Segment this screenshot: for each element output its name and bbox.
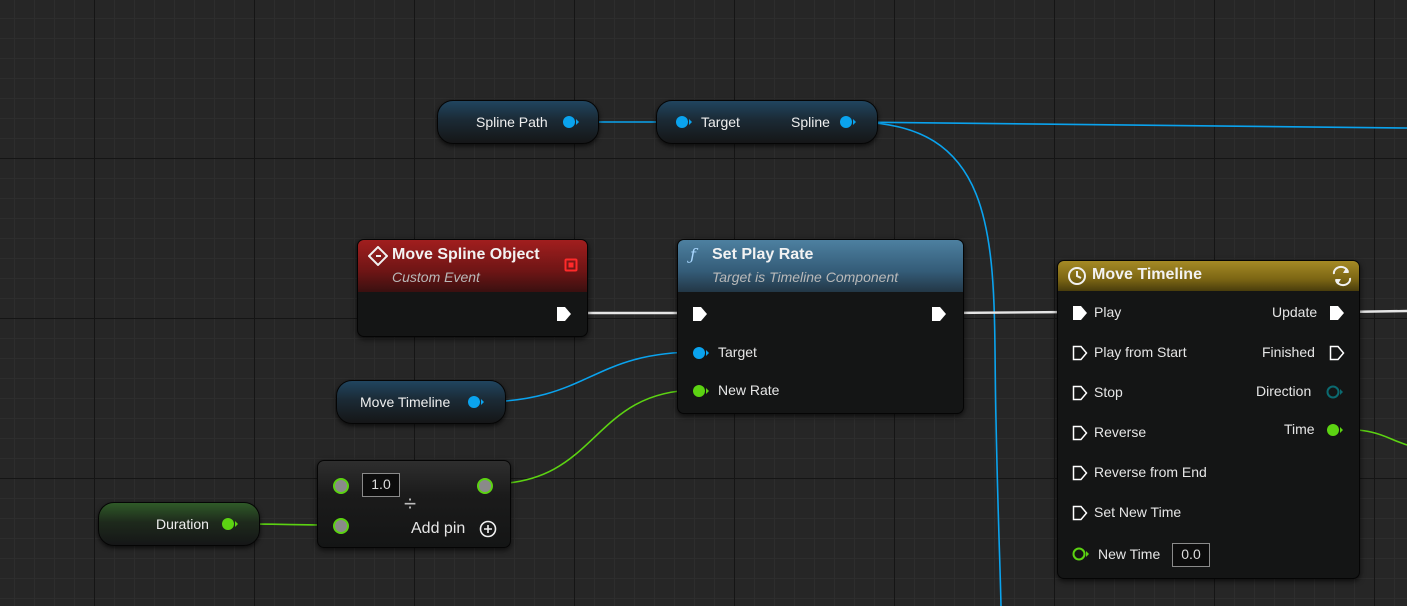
set-play-rate-exec-out-pin[interactable] bbox=[931, 306, 947, 322]
timeline-input-reverse: Reverse bbox=[1094, 424, 1147, 440]
spline-path-output-pin[interactable] bbox=[562, 115, 580, 129]
move-timeline-node[interactable]: Move Timeline Play Play from Start Stop … bbox=[1057, 260, 1360, 579]
wire-timeline-target bbox=[479, 351, 699, 403]
set-play-rate-exec-in-pin[interactable] bbox=[692, 306, 708, 322]
timeline-output-direction: Direction bbox=[1256, 383, 1312, 399]
custom-event-exec-out-pin[interactable] bbox=[556, 306, 572, 322]
set-play-rate-subtitle: Target is Timeline Component bbox=[712, 269, 899, 285]
timeline-set-new-time-pin[interactable] bbox=[1072, 505, 1088, 521]
timeline-stop-pin[interactable] bbox=[1072, 385, 1088, 401]
move-timeline-title: Move Timeline bbox=[1092, 266, 1202, 283]
diamond-event-icon bbox=[368, 246, 388, 266]
timeline-direction-pin[interactable] bbox=[1326, 385, 1344, 399]
timeline-input-set-new-time: Set New Time bbox=[1094, 504, 1182, 520]
divide-operator: ÷ bbox=[404, 491, 417, 516]
timeline-update-pin[interactable] bbox=[1329, 305, 1345, 321]
divide-add-pin-label[interactable]: Add pin bbox=[411, 520, 465, 538]
timeline-finished-pin[interactable] bbox=[1329, 345, 1345, 361]
spline-path-label: Spline Path bbox=[476, 114, 548, 130]
timeline-reverse-from-end-pin[interactable] bbox=[1072, 465, 1088, 481]
spline-path-node[interactable]: Spline Path bbox=[437, 100, 599, 144]
function-f-icon: ƒ bbox=[690, 245, 696, 264]
timeline-new-time-value[interactable]: 0.0 bbox=[1172, 543, 1210, 567]
timeline-output-finished: Finished bbox=[1262, 344, 1315, 360]
timeline-output-update: Update bbox=[1272, 304, 1318, 320]
get-spline-target-pin[interactable] bbox=[675, 115, 693, 129]
move-timeline-var-label: Move Timeline bbox=[360, 394, 451, 410]
set-play-rate-target-pin[interactable] bbox=[692, 346, 710, 360]
timeline-output-time: Time bbox=[1284, 421, 1315, 437]
custom-event-node[interactable]: Move Spline Object Custom Event bbox=[357, 239, 588, 337]
custom-event-subtitle: Custom Event bbox=[392, 269, 480, 285]
timeline-play-pin[interactable] bbox=[1072, 305, 1088, 321]
divide-input-b-pin[interactable] bbox=[332, 517, 350, 535]
wire-new-rate bbox=[489, 389, 699, 485]
timeline-input-play: Play bbox=[1094, 304, 1122, 320]
custom-event-title: Move Spline Object bbox=[392, 246, 540, 263]
timeline-input-stop: Stop bbox=[1094, 384, 1123, 400]
divide-input-a-value[interactable]: 1.0 bbox=[362, 473, 400, 497]
get-spline-output-pin[interactable] bbox=[839, 115, 857, 129]
duration-var-output-pin[interactable] bbox=[221, 517, 239, 531]
clock-icon bbox=[1068, 267, 1086, 285]
divide-node[interactable]: 1.0 ÷ Add pin bbox=[317, 460, 511, 548]
timeline-input-reverse-from-end: Reverse from End bbox=[1094, 464, 1207, 480]
duration-var-label: Duration bbox=[156, 516, 209, 532]
divide-output-pin[interactable] bbox=[476, 477, 494, 495]
loop-icon[interactable] bbox=[1330, 265, 1354, 287]
plus-circle-icon[interactable] bbox=[479, 520, 497, 538]
divide-input-a-pin[interactable] bbox=[332, 477, 350, 495]
get-spline-target-label: Target bbox=[701, 114, 740, 130]
move-timeline-var-node[interactable]: Move Timeline bbox=[336, 380, 506, 424]
get-spline-node[interactable]: Target Spline bbox=[656, 100, 878, 144]
timeline-new-time-pin[interactable] bbox=[1072, 547, 1090, 561]
red-square-icon[interactable] bbox=[564, 258, 578, 272]
set-play-rate-title: Set Play Rate bbox=[712, 246, 814, 263]
set-play-rate-new-rate-label: New Rate bbox=[718, 382, 780, 398]
set-play-rate-node[interactable]: ƒ Set Play Rate Target is Timeline Compo… bbox=[677, 239, 964, 414]
timeline-time-pin[interactable] bbox=[1326, 423, 1344, 437]
move-timeline-var-output-pin[interactable] bbox=[467, 395, 485, 409]
timeline-input-play-from-start: Play from Start bbox=[1094, 344, 1187, 360]
timeline-play-from-start-pin[interactable] bbox=[1072, 345, 1088, 361]
set-play-rate-new-rate-pin[interactable] bbox=[692, 384, 710, 398]
timeline-new-time-label: New Time bbox=[1098, 546, 1161, 562]
timeline-reverse-pin[interactable] bbox=[1072, 425, 1088, 441]
wire-spline-out bbox=[852, 121, 1407, 129]
set-play-rate-target-label: Target bbox=[718, 344, 757, 360]
get-spline-output-label: Spline bbox=[791, 114, 830, 130]
duration-var-node[interactable]: Duration bbox=[98, 502, 260, 546]
